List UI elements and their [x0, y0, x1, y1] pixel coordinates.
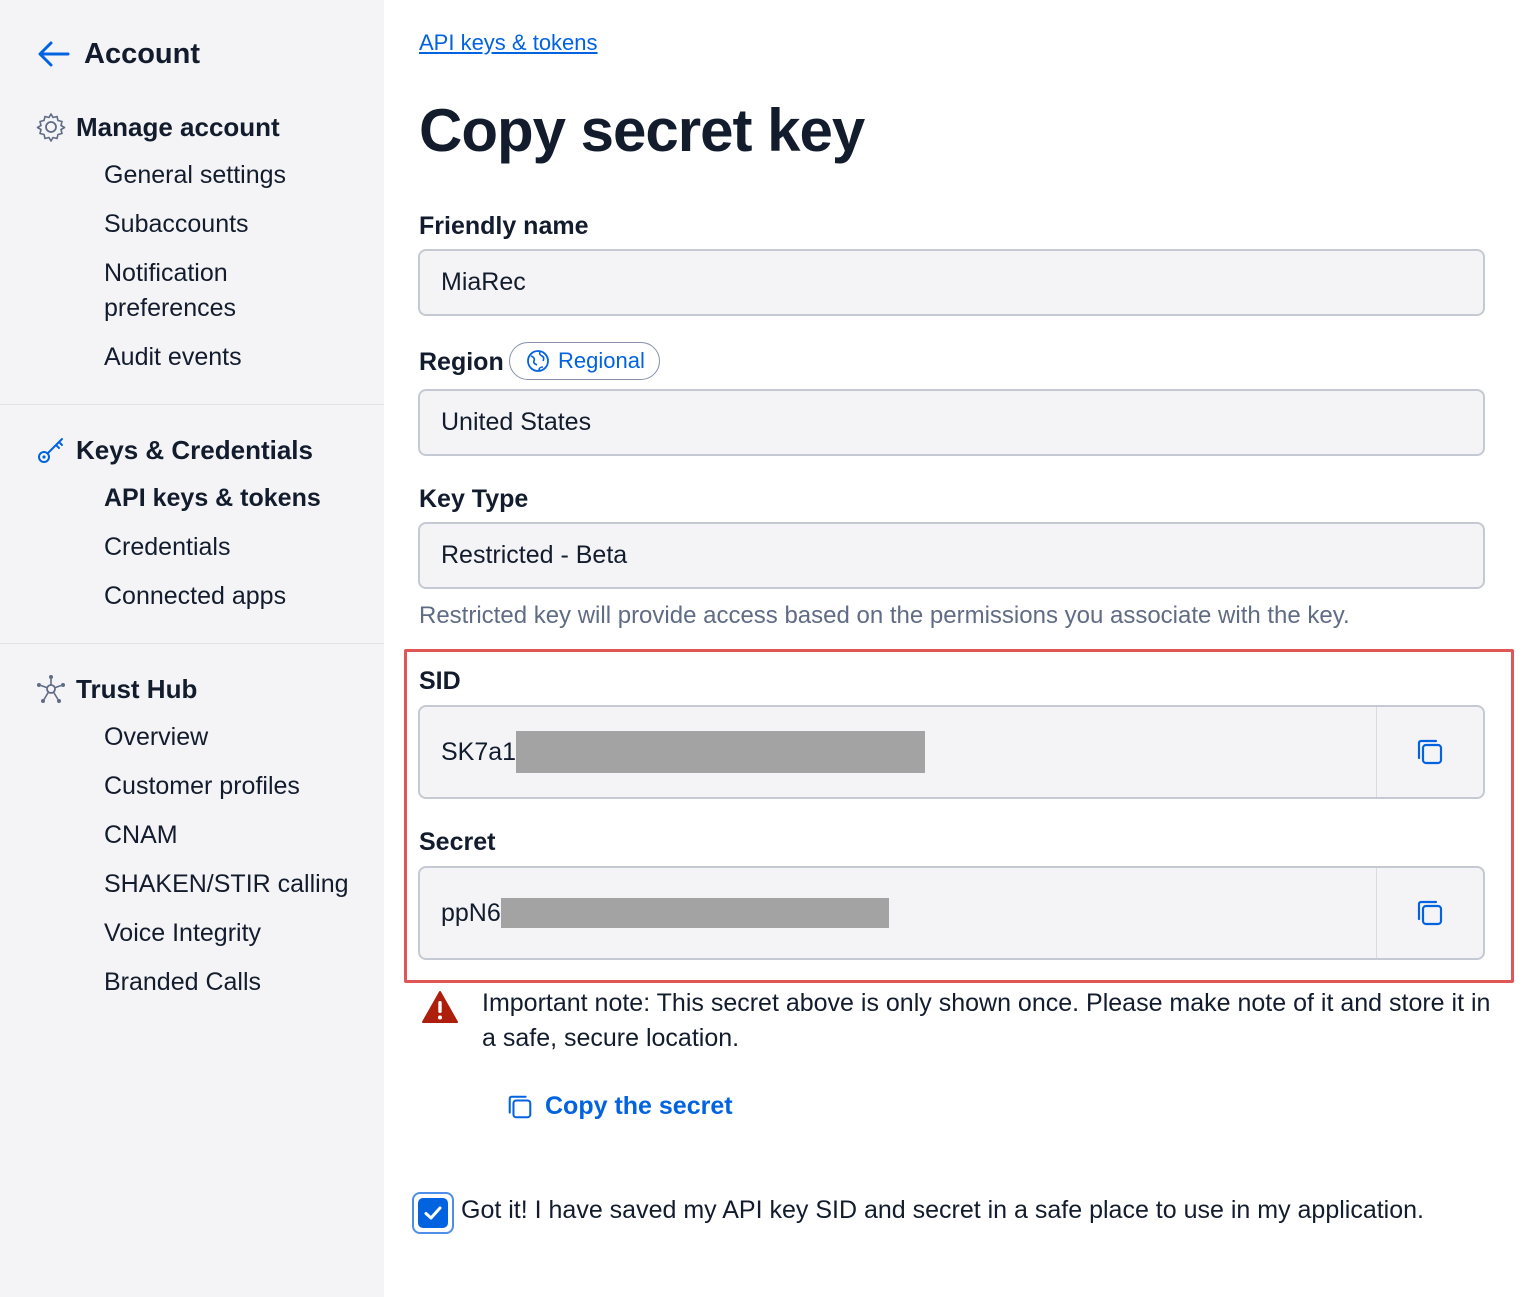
section-trust-hub: Trust Hub — [34, 669, 197, 709]
sidebar-item-overview[interactable]: Overview — [104, 720, 208, 755]
sidebar-item-cnam[interactable]: CNAM — [104, 818, 178, 853]
sidebar-item-customer-profiles[interactable]: Customer profiles — [104, 769, 300, 804]
back-to-account[interactable]: Account — [36, 32, 200, 76]
breadcrumb[interactable]: API keys & tokens — [419, 30, 598, 56]
key-type-field[interactable]: Restricted - Beta — [418, 522, 1485, 589]
sidebar-item-general-settings[interactable]: General settings — [104, 158, 286, 193]
section-manage-account: Manage account — [34, 107, 280, 147]
page-title: Copy secret key — [419, 97, 865, 164]
globe-icon — [527, 350, 549, 372]
sidebar-item-notification-preferences[interactable]: Notification preferences — [104, 256, 236, 326]
section-title: Trust Hub — [76, 673, 198, 704]
region-label: Region — [419, 348, 504, 376]
secret-redaction — [500, 898, 889, 928]
sidebar: Account Manage account General settings … — [0, 0, 384, 1297]
copy-icon — [508, 1095, 532, 1118]
back-label: Account — [84, 37, 200, 70]
sidebar-item-api-keys-tokens[interactable]: API keys & tokens — [104, 481, 321, 516]
sidebar-item-subaccounts[interactable]: Subaccounts — [104, 207, 249, 242]
key-icon — [34, 433, 68, 467]
warning-icon — [422, 991, 458, 1023]
section-title: Manage account — [76, 111, 280, 142]
confirm-checkbox[interactable] — [412, 1192, 454, 1234]
gear-icon — [34, 110, 68, 144]
confirm-checkbox-label[interactable]: Got it! I have saved my API key SID and … — [461, 1196, 1424, 1225]
section-keys-credentials: Keys & Credentials — [34, 430, 313, 470]
copy-icon — [1417, 739, 1443, 765]
arrow-left-icon — [38, 41, 70, 67]
checkmark-icon — [424, 1206, 442, 1220]
checkbox-checked — [418, 1198, 448, 1228]
key-type-label: Key Type — [419, 485, 529, 513]
friendly-name-value: MiaRec — [441, 268, 526, 296]
sidebar-item-credentials[interactable]: Credentials — [104, 530, 230, 565]
nav-label-line1: Notification — [104, 259, 228, 287]
key-type-help-text: Restricted key will provide access based… — [419, 602, 1350, 629]
sid-value: SK7a1 — [441, 737, 517, 766]
regional-badge: Regional — [509, 342, 660, 380]
sid-label: SID — [419, 667, 461, 695]
region-field[interactable]: United States — [418, 389, 1485, 456]
sidebar-item-voice-integrity[interactable]: Voice Integrity — [104, 916, 261, 951]
secret-label: Secret — [419, 828, 496, 856]
secret-value: ppN6 — [441, 898, 501, 927]
important-note: Important note: This secret above is onl… — [482, 989, 1491, 1052]
sid-field[interactable]: SK7a1 — [418, 705, 1485, 799]
copy-the-secret-label: Copy the secret — [545, 1092, 733, 1120]
key-type-value: Restricted - Beta — [441, 541, 628, 569]
sidebar-item-shaken-stir[interactable]: SHAKEN/STIR calling — [104, 867, 349, 902]
copy-sid-button[interactable] — [1376, 707, 1483, 797]
copy-the-secret-link[interactable]: Copy the secret — [506, 1092, 733, 1121]
nav-label-line2: preferences — [104, 294, 237, 322]
copy-secret-button[interactable] — [1376, 868, 1483, 958]
region-value: United States — [441, 408, 592, 436]
secret-field[interactable]: ppN6 — [418, 866, 1485, 960]
copy-icon — [1417, 900, 1443, 926]
sid-redaction — [516, 731, 926, 773]
trust-hub-icon — [34, 672, 68, 706]
sidebar-divider — [0, 404, 384, 405]
regional-badge-label: Regional — [558, 348, 645, 373]
sidebar-item-audit-events[interactable]: Audit events — [104, 340, 242, 375]
friendly-name-label: Friendly name — [419, 212, 589, 240]
sidebar-divider — [0, 643, 384, 644]
sidebar-item-branded-calls[interactable]: Branded Calls — [104, 965, 261, 1000]
sidebar-item-connected-apps[interactable]: Connected apps — [104, 579, 286, 614]
friendly-name-field[interactable]: MiaRec — [418, 249, 1485, 316]
section-title: Keys & Credentials — [76, 434, 313, 465]
